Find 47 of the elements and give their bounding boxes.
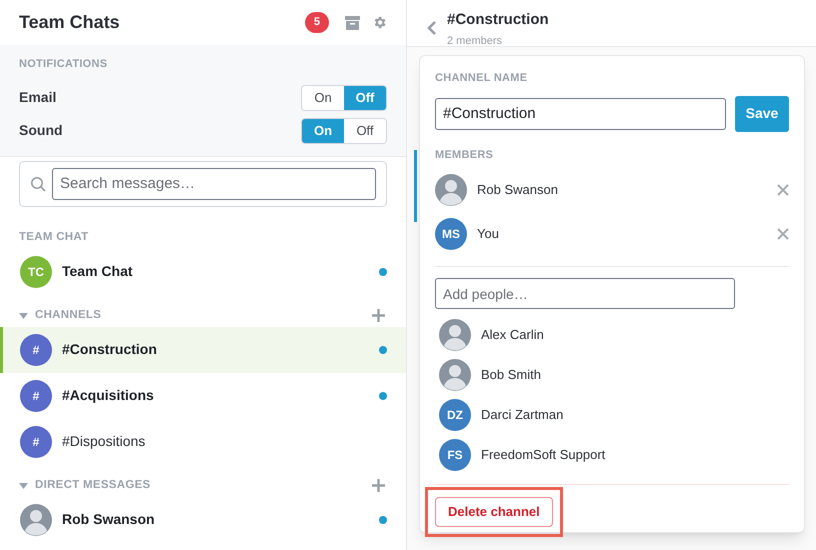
suggestion-item[interactable]: DZ Darci Zartman <box>435 395 789 435</box>
chat-list-item[interactable]: Rob Swanson <box>0 496 406 542</box>
member-count: 2 members <box>447 34 504 48</box>
avatar: TC <box>20 256 52 288</box>
avatar: # <box>20 334 52 366</box>
close-icon <box>777 228 789 240</box>
chat-list-item[interactable]: TC Team Chat <box>0 248 406 294</box>
search-icon <box>30 176 46 192</box>
add-people-field[interactable]: Add people… <box>435 278 735 309</box>
avatar-silhouette-icon <box>439 359 471 391</box>
field-label: CHANNEL NAME <box>435 71 528 86</box>
chat-list-item[interactable]: # #Acquisitions <box>0 372 406 418</box>
suggestion-item[interactable]: Bob Smith <box>435 355 789 395</box>
message-accent-bar <box>414 150 417 222</box>
chat-list-item[interactable]: # #Construction <box>0 326 406 372</box>
section-heading: DIRECT MESSAGES <box>35 478 152 493</box>
back-chevron-icon <box>427 20 437 36</box>
setting-label: Email <box>19 88 56 107</box>
avatar: # <box>20 426 52 458</box>
avatar: # <box>20 380 52 412</box>
delete-channel-button[interactable]: Delete channel <box>435 497 553 527</box>
avatar-silhouette-icon <box>439 319 471 351</box>
member-name: Rob Swanson <box>477 181 559 200</box>
unread-count-badge: 5 <box>304 12 329 33</box>
setting-label: Sound <box>19 121 63 140</box>
field-label: MEMBERS <box>435 148 494 162</box>
suggestion-item[interactable]: FS FreedomSoft Support <box>435 435 789 475</box>
section-heading: CHANNELS <box>35 308 102 323</box>
suggestion-item[interactable]: Alex Carlin <box>435 315 789 355</box>
avatar-silhouette-icon <box>20 504 52 536</box>
avatar: FS <box>439 439 471 471</box>
avatar: DZ <box>439 399 471 431</box>
channel-name-field[interactable]: #Construction <box>435 98 726 130</box>
conversation-title: #Construction <box>447 10 549 30</box>
section-heading: NOTIFICATIONS <box>19 57 108 72</box>
avatar-silhouette-icon <box>435 174 467 206</box>
member-name: You <box>477 225 500 244</box>
search-field[interactable]: Search messages… <box>52 168 376 200</box>
archive-icon <box>345 16 360 30</box>
avatar: MS <box>435 218 467 250</box>
add-icon <box>372 479 385 492</box>
add-icon <box>372 309 385 322</box>
section-heading: TEAM CHAT <box>19 230 90 245</box>
settings-icon <box>372 15 387 30</box>
chat-list-item[interactable]: # #Dispositions <box>0 418 406 464</box>
sidebar-title: Team Chats <box>19 11 121 34</box>
close-icon <box>777 184 789 196</box>
